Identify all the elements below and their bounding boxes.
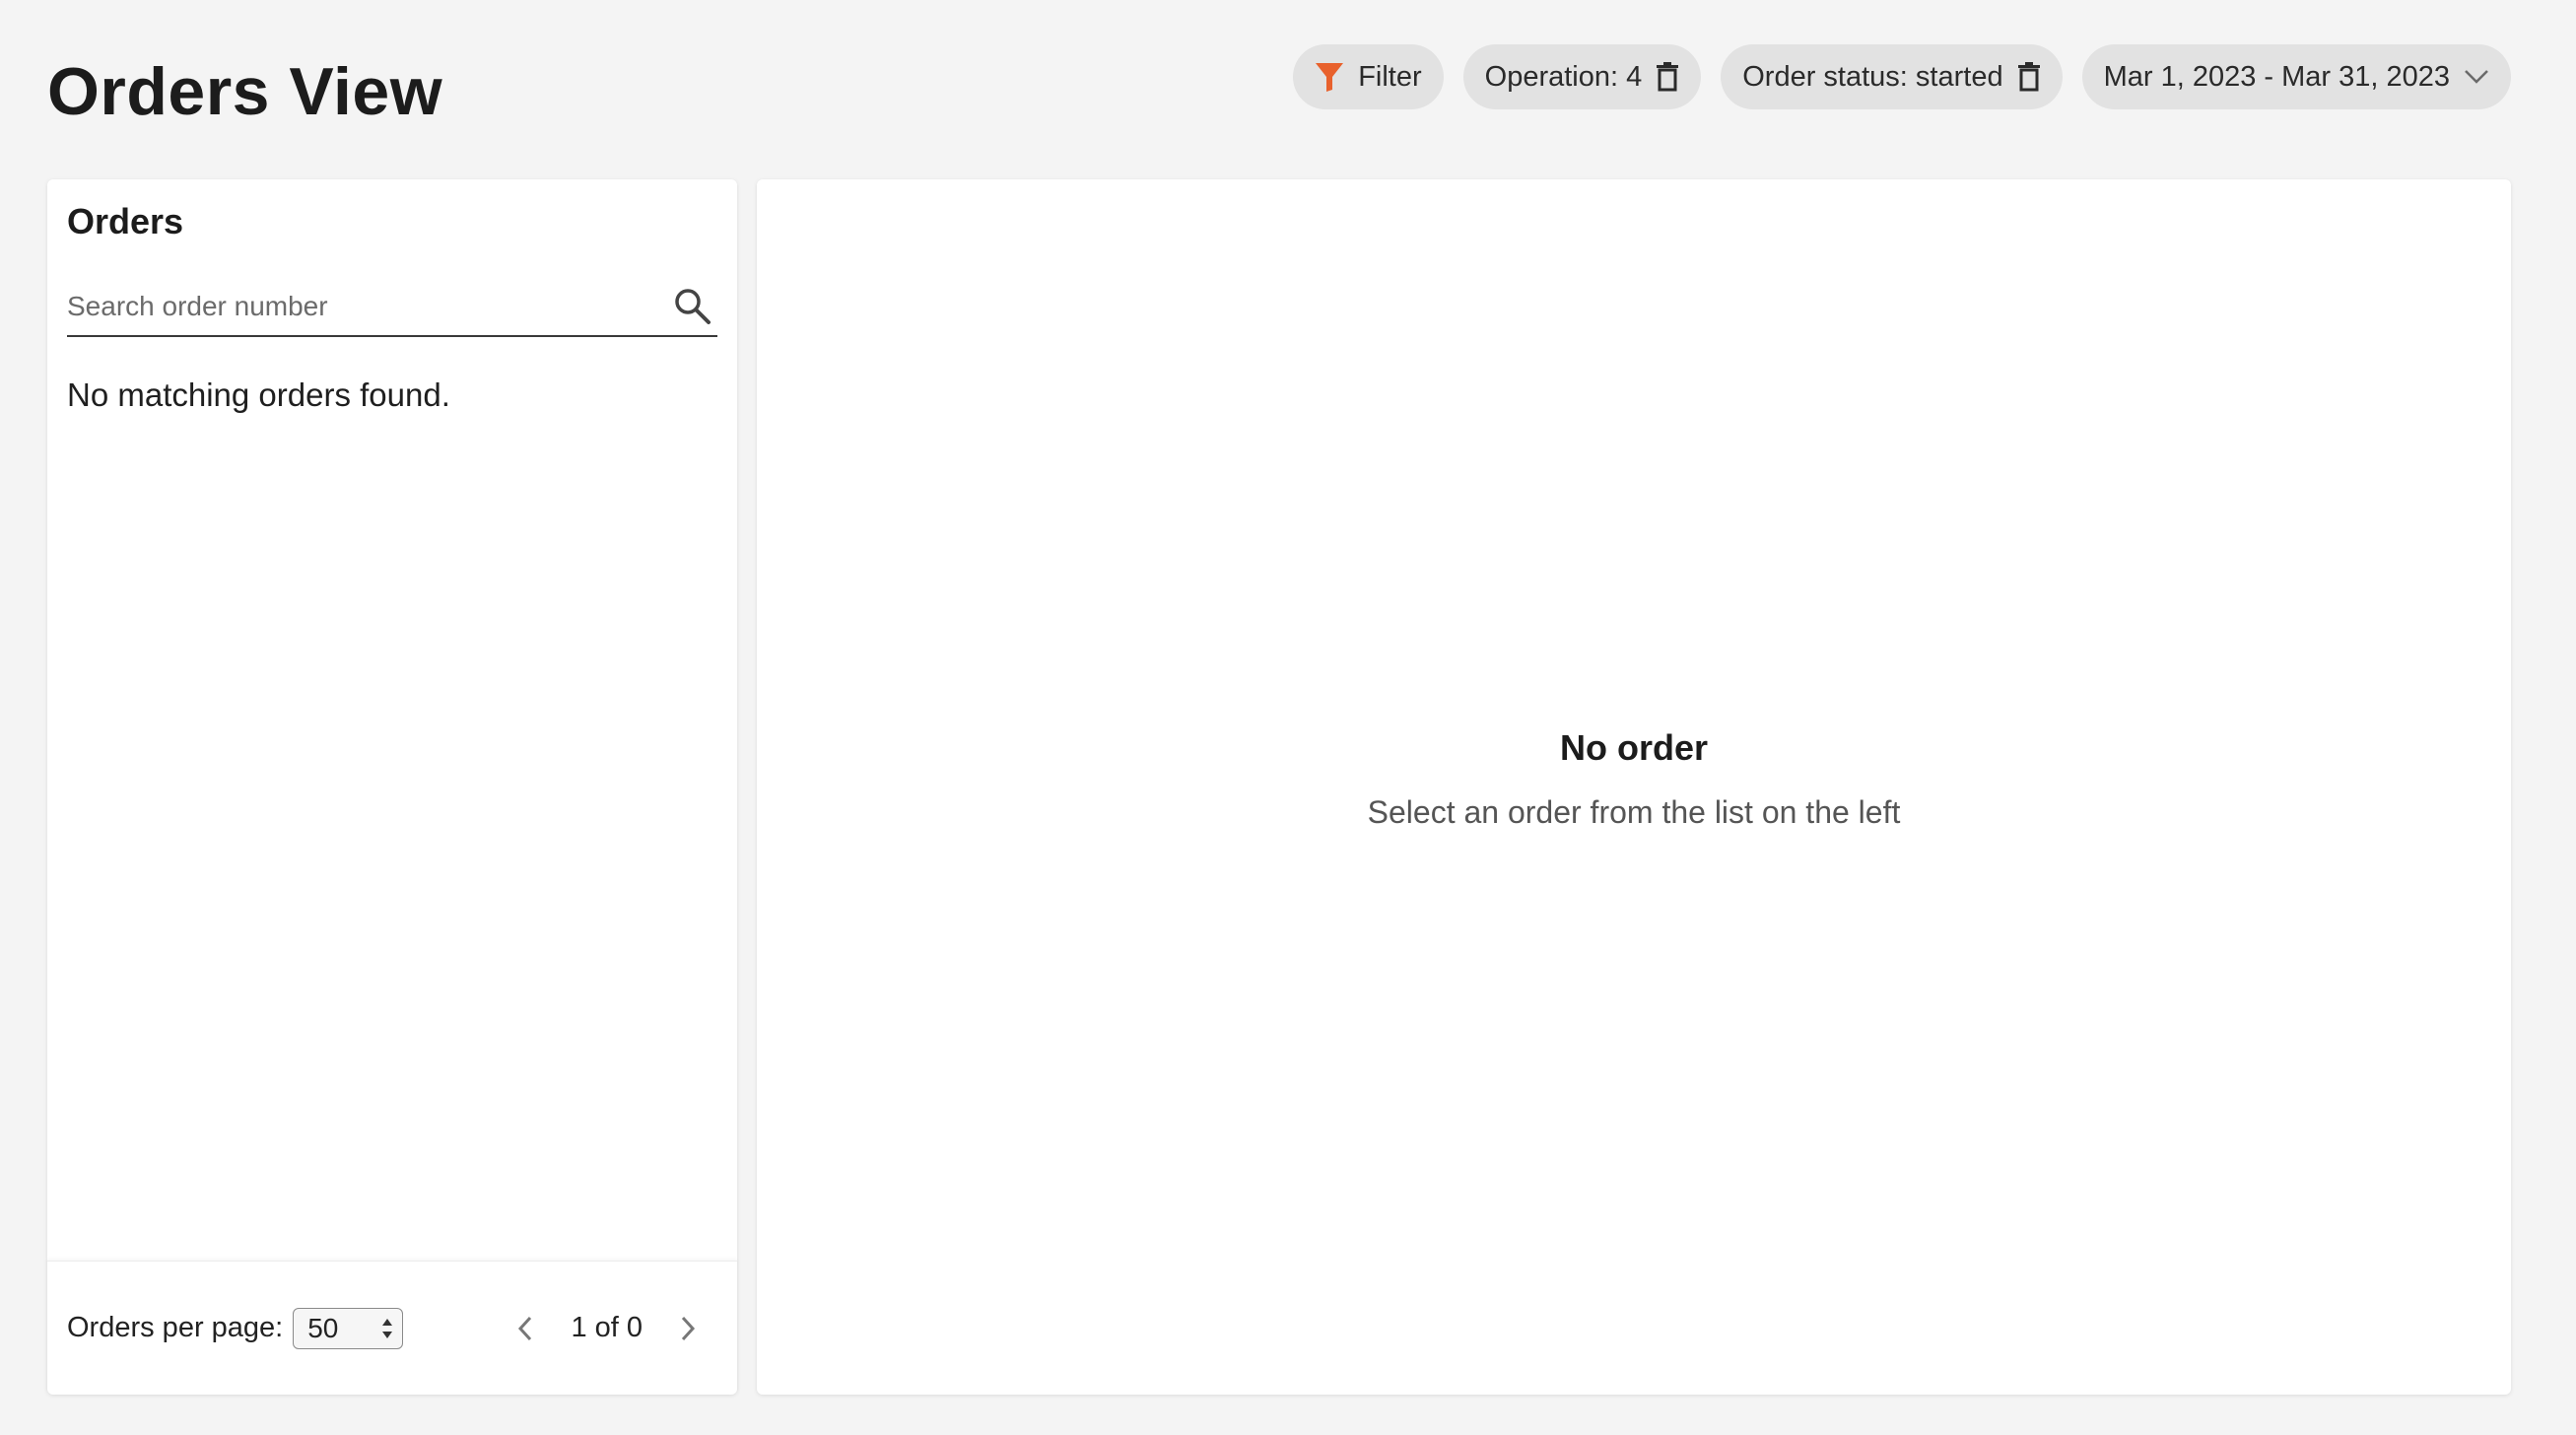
per-page-value: 50 [307,1312,339,1343]
page-title: Orders View [47,54,443,129]
search-icon[interactable] [672,286,712,330]
order-detail-panel: No order Select an order from the list o… [757,179,2511,1395]
status-filter-label: Order status: started [1742,60,2003,93]
orders-pagination-footer: Orders per page: 50 1 of 0 [47,1261,737,1395]
per-page-label: Orders per page: [67,1312,284,1343]
date-range-label: Mar 1, 2023 - Mar 31, 2023 [2103,60,2450,93]
orders-panel-title: Orders [67,201,184,241]
page-indicator: 1 of 0 [571,1312,643,1343]
status-filter-chip[interactable]: Order status: started [1721,44,2063,109]
trash-icon[interactable] [1656,62,1679,92]
next-page-button[interactable] [672,1309,704,1348]
empty-orders-message: No matching orders found. [67,376,450,413]
search-field [67,278,717,337]
previous-page-button[interactable] [509,1309,541,1348]
empty-order-state: No order Select an order from the list o… [757,727,2511,831]
filter-button[interactable]: Filter [1293,44,1444,109]
operation-filter-chip[interactable]: Operation: 4 [1462,44,1702,109]
operation-filter-label: Operation: 4 [1484,60,1643,93]
pager: 1 of 0 [509,1309,704,1348]
select-arrows-icon [380,1316,394,1348]
filter-bar: Filter Operation: 4 Order status: starte… [1293,44,2511,109]
orders-panel: Orders No matching orders found. Orders … [47,179,737,1395]
chevron-down-icon [2464,69,2489,85]
empty-order-subtitle: Select an order from the list on the lef… [1367,794,1901,830]
search-input[interactable] [67,282,658,331]
filter-button-label: Filter [1358,60,1422,93]
trash-icon[interactable] [2017,62,2041,92]
chevron-left-icon [518,1316,532,1340]
date-range-picker[interactable]: Mar 1, 2023 - Mar 31, 2023 [2081,44,2511,109]
empty-order-title: No order [1559,727,1708,768]
per-page-select[interactable]: 50 [293,1307,404,1349]
funnel-icon [1315,61,1344,93]
chevron-right-icon [681,1316,696,1340]
